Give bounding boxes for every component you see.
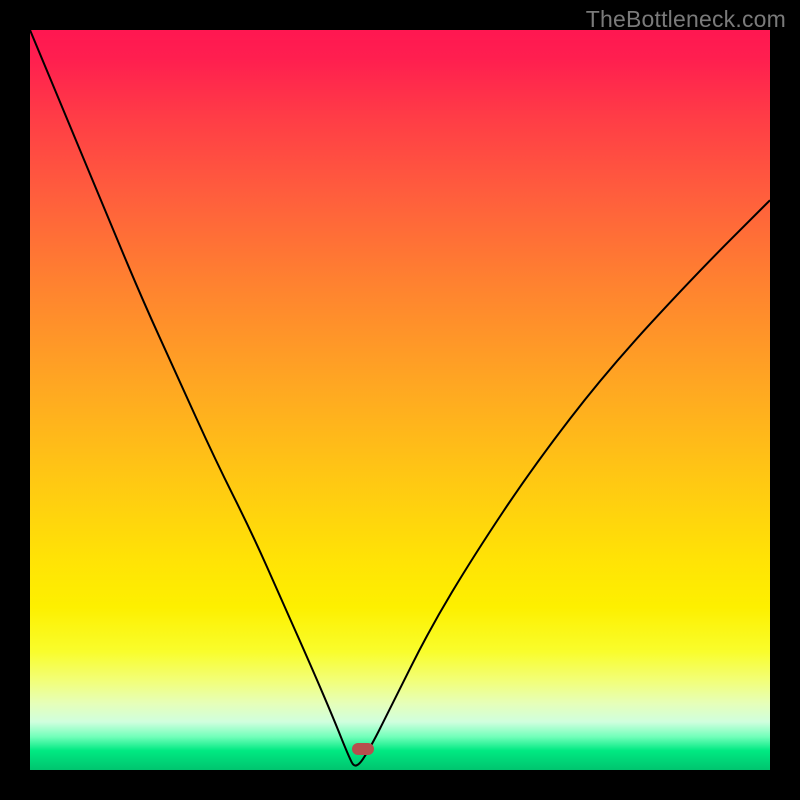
- curve-path: [30, 30, 770, 766]
- bottleneck-curve: [30, 30, 770, 770]
- watermark-text: TheBottleneck.com: [586, 6, 786, 33]
- plot-area: [30, 30, 770, 770]
- optimal-marker: [352, 743, 374, 755]
- chart-frame: TheBottleneck.com: [0, 0, 800, 800]
